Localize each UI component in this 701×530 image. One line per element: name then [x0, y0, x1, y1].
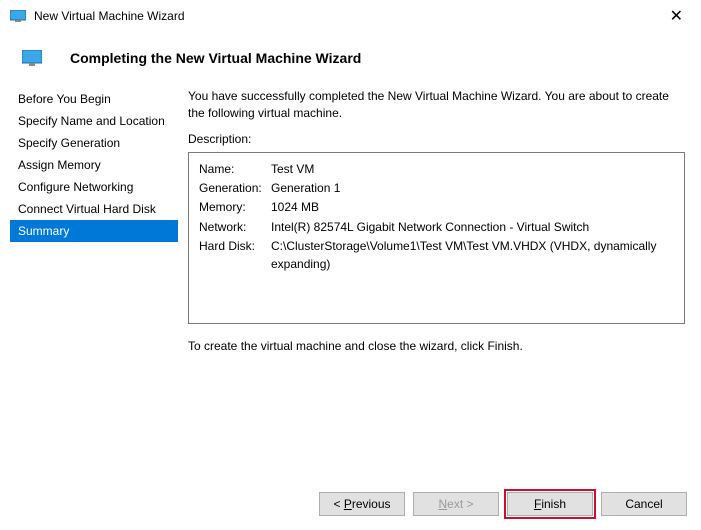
- sidebar-item-specify-generation[interactable]: Specify Generation: [10, 132, 178, 154]
- desc-key-generation: Generation:: [199, 180, 271, 197]
- next-button: Next >: [413, 492, 499, 516]
- desc-row: Generation:Generation 1: [199, 180, 674, 197]
- desc-key-memory: Memory:: [199, 199, 271, 216]
- desc-row: Memory:1024 MB: [199, 199, 674, 216]
- intro-text: You have successfully completed the New …: [188, 88, 685, 122]
- sidebar-item-connect-vhd[interactable]: Connect Virtual Hard Disk: [10, 198, 178, 220]
- desc-key-harddisk: Hard Disk:: [199, 238, 271, 273]
- previous-button[interactable]: < Previous: [319, 492, 405, 516]
- window-title: New Virtual Machine Wizard: [34, 9, 662, 23]
- cancel-button[interactable]: Cancel: [601, 492, 687, 516]
- desc-val-network: Intel(R) 82574L Gigabit Network Connecti…: [271, 219, 674, 236]
- sidebar-item-assign-memory[interactable]: Assign Memory: [10, 154, 178, 176]
- app-monitor-icon: [10, 10, 26, 22]
- finish-button[interactable]: Finish: [507, 492, 593, 516]
- close-icon[interactable]: ✕: [662, 4, 691, 28]
- page-heading: Completing the New Virtual Machine Wizar…: [70, 50, 361, 66]
- description-box: Name:Test VM Generation:Generation 1 Mem…: [188, 152, 685, 324]
- footer-buttons: < Previous Next > Finish Cancel: [319, 492, 687, 516]
- desc-val-generation: Generation 1: [271, 180, 674, 197]
- main-panel: You have successfully completed the New …: [188, 88, 691, 354]
- desc-val-name: Test VM: [271, 161, 674, 178]
- desc-key-network: Network:: [199, 219, 271, 236]
- description-label: Description:: [188, 132, 685, 146]
- sidebar-item-configure-networking[interactable]: Configure Networking: [10, 176, 178, 198]
- sidebar-item-before-you-begin[interactable]: Before You Begin: [10, 88, 178, 110]
- desc-row: Name:Test VM: [199, 161, 674, 178]
- desc-val-harddisk: C:\ClusterStorage\Volume1\Test VM\Test V…: [271, 238, 674, 273]
- desc-row: Hard Disk:C:\ClusterStorage\Volume1\Test…: [199, 238, 674, 273]
- finish-hint: To create the virtual machine and close …: [188, 338, 685, 355]
- desc-key-name: Name:: [199, 161, 271, 178]
- desc-row: Network:Intel(R) 82574L Gigabit Network …: [199, 219, 674, 236]
- titlebar: New Virtual Machine Wizard ✕: [0, 0, 701, 32]
- wizard-steps-sidebar: Before You Begin Specify Name and Locati…: [10, 88, 178, 354]
- sidebar-item-summary[interactable]: Summary: [10, 220, 178, 242]
- desc-val-memory: 1024 MB: [271, 199, 674, 216]
- page-header: Completing the New Virtual Machine Wizar…: [0, 32, 701, 88]
- sidebar-item-specify-name-location[interactable]: Specify Name and Location: [10, 110, 178, 132]
- wizard-monitor-icon: [22, 50, 42, 66]
